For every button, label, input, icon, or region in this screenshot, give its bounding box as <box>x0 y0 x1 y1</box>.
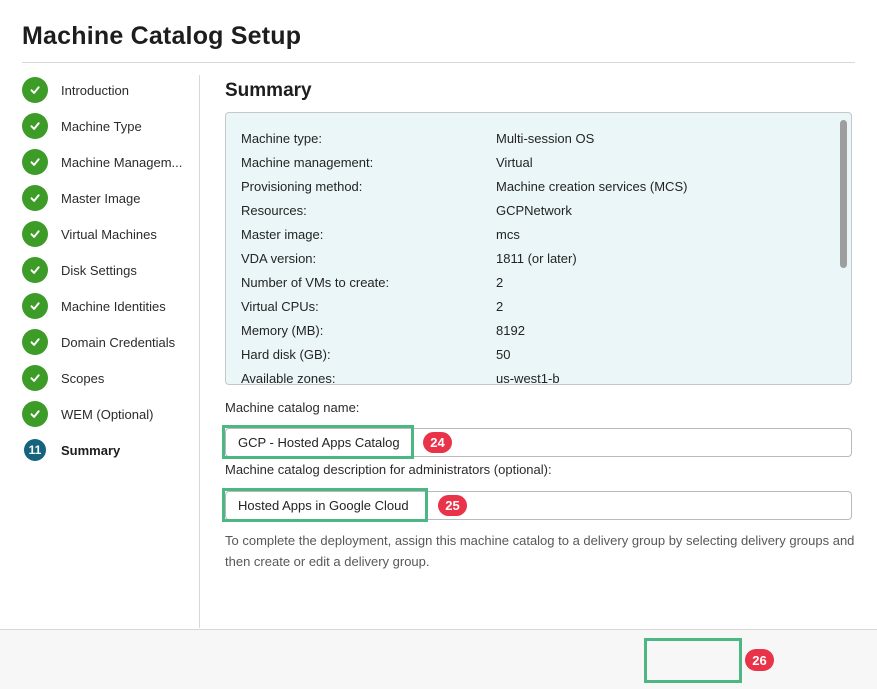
sidebar-step-label: Domain Credentials <box>61 335 175 350</box>
sidebar-step-summary[interactable]: 11 Summary <box>22 432 192 468</box>
summary-row-label: VDA version: <box>241 251 496 266</box>
sidebar-step-wem-optional[interactable]: WEM (Optional) <box>22 396 192 432</box>
sidebar-step-introduction[interactable]: Introduction <box>22 72 192 108</box>
check-icon <box>22 149 48 175</box>
machine-catalog-setup-window: Machine Catalog Setup Introduction <box>0 0 877 689</box>
step-icon-box <box>22 257 48 283</box>
summary-row: Machine type: Multi-session OS <box>241 126 851 150</box>
step-icon-box <box>22 113 48 139</box>
page-title: Machine Catalog Setup <box>22 22 301 51</box>
sidebar-step-label: Introduction <box>61 83 129 98</box>
check-icon <box>22 113 48 139</box>
summary-row-value: Virtual <box>496 155 851 170</box>
summary-row: Memory (MB): 8192 <box>241 318 851 342</box>
summary-row: Machine management: Virtual <box>241 150 851 174</box>
step-icon-box: 11 <box>22 437 48 463</box>
sidebar-step-machine-identities[interactable]: Machine Identities <box>22 288 192 324</box>
sidebar-step-label: Machine Identities <box>61 299 166 314</box>
sidebar-step-disk-settings[interactable]: Disk Settings <box>22 252 192 288</box>
title-divider <box>22 62 855 63</box>
summary-row-value: 50 <box>496 347 851 362</box>
summary-row-value: 2 <box>496 275 851 290</box>
check-icon <box>22 185 48 211</box>
sidebar-divider <box>199 75 200 628</box>
check-icon <box>22 365 48 391</box>
step-icon-box <box>22 329 48 355</box>
summary-row-label: Number of VMs to create: <box>241 275 496 290</box>
step-icon-box <box>22 221 48 247</box>
summary-row-label: Master image: <box>241 227 496 242</box>
sidebar-step-master-image[interactable]: Master Image <box>22 180 192 216</box>
summary-row-label: Machine type: <box>241 131 496 146</box>
scrollbar-thumb[interactable] <box>840 120 847 268</box>
summary-row-label: Provisioning method: <box>241 179 496 194</box>
step-icon-box <box>22 365 48 391</box>
summary-row: VDA version: 1811 (or later) <box>241 246 851 270</box>
summary-row: Number of VMs to create: 2 <box>241 270 851 294</box>
summary-heading: Summary <box>225 80 312 102</box>
sidebar-step-label: Master Image <box>61 191 140 206</box>
step-number-badge: 11 <box>24 439 46 461</box>
summary-row-label: Machine management: <box>241 155 496 170</box>
summary-row-label: Memory (MB): <box>241 323 496 338</box>
summary-row-value: 1811 (or later) <box>496 251 851 266</box>
step-icon-box <box>22 293 48 319</box>
sidebar-step-machine-type[interactable]: Machine Type <box>22 108 192 144</box>
sidebar-step-label: Disk Settings <box>61 263 137 278</box>
catalog-description-label: Machine catalog description for administ… <box>225 462 552 477</box>
summary-panel: Machine type: Multi-session OS Machine m… <box>225 112 852 385</box>
sidebar-step-scopes[interactable]: Scopes <box>22 360 192 396</box>
catalog-name-label: Machine catalog name: <box>225 400 359 415</box>
summary-row: Master image: mcs <box>241 222 851 246</box>
sidebar-step-label: Machine Type <box>61 119 142 134</box>
sidebar-step-label: Summary <box>61 443 120 458</box>
sidebar-step-label: Virtual Machines <box>61 227 157 242</box>
sidebar-step-virtual-machines[interactable]: Virtual Machines <box>22 216 192 252</box>
wizard-steps-nav: Introduction Machine Type <box>22 72 192 468</box>
summary-row: Hard disk (GB): 50 <box>241 342 851 366</box>
summary-row: Virtual CPUs: 2 <box>241 294 851 318</box>
summary-row: Available zones: us-west1-b <box>241 366 851 385</box>
footer-bar: Back Finish Cancel <box>0 629 877 689</box>
summary-row-value: Machine creation services (MCS) <box>496 179 851 194</box>
summary-row-value: 8192 <box>496 323 851 338</box>
summary-row-value: GCPNetwork <box>496 203 851 218</box>
summary-row-value: mcs <box>496 227 851 242</box>
sidebar-step-label: Scopes <box>61 371 104 386</box>
check-icon <box>22 293 48 319</box>
check-icon <box>22 329 48 355</box>
summary-row-value: 2 <box>496 299 851 314</box>
sidebar-step-domain-credentials[interactable]: Domain Credentials <box>22 324 192 360</box>
sidebar-step-label: WEM (Optional) <box>61 407 153 422</box>
sidebar-step-label: Machine Managem... <box>61 155 182 170</box>
check-icon <box>22 221 48 247</box>
summary-row-value: Multi-session OS <box>496 131 851 146</box>
summary-row-label: Hard disk (GB): <box>241 347 496 362</box>
check-icon <box>22 257 48 283</box>
summary-row-value: us-west1-b <box>496 371 851 386</box>
summary-row-label: Virtual CPUs: <box>241 299 496 314</box>
step-icon-box <box>22 77 48 103</box>
summary-row-label: Available zones: <box>241 371 496 386</box>
summary-row-label: Resources: <box>241 203 496 218</box>
summary-row: Resources: GCPNetwork <box>241 198 851 222</box>
summary-row: Provisioning method: Machine creation se… <box>241 174 851 198</box>
catalog-description-input[interactable] <box>225 491 852 520</box>
step-icon-box <box>22 401 48 427</box>
check-icon <box>22 401 48 427</box>
sidebar-step-machine-managem[interactable]: Machine Managem... <box>22 144 192 180</box>
deployment-note: To complete the deployment, assign this … <box>225 530 873 572</box>
check-icon <box>22 77 48 103</box>
step-icon-box <box>22 185 48 211</box>
step-icon-box <box>22 149 48 175</box>
catalog-name-input[interactable] <box>225 428 852 457</box>
